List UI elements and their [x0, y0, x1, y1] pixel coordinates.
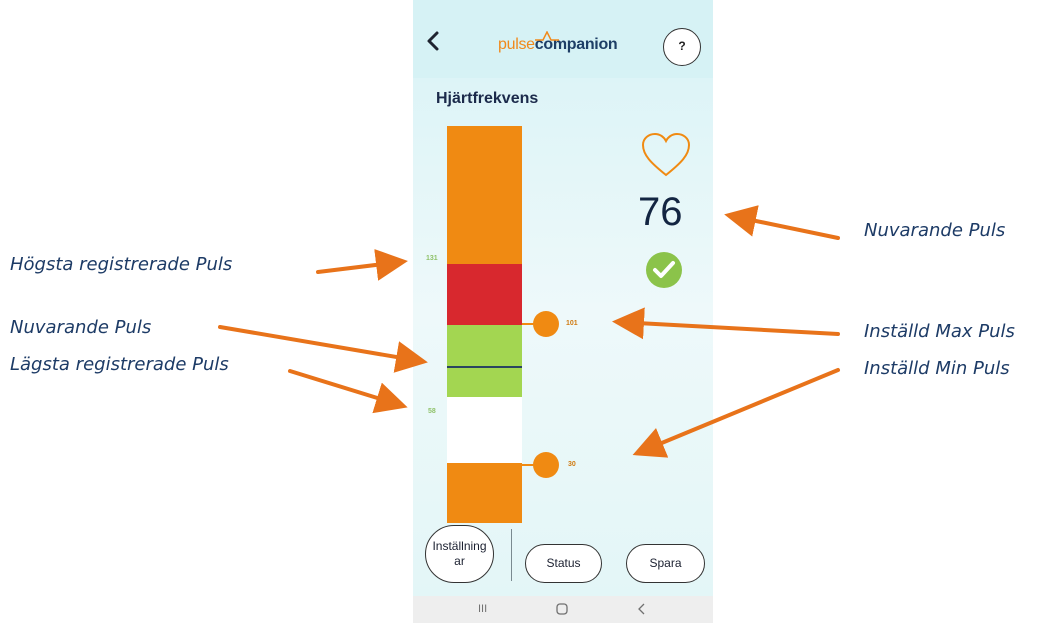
arrow-recorded-low [288, 369, 408, 414]
arrow-current-right [724, 205, 840, 240]
arrow-current-left [218, 325, 428, 373]
arrow-recorded-high [316, 249, 408, 281]
arrow-set-max [612, 307, 840, 340]
annotation-recorded-low: Lägsta registrerade Puls [10, 354, 229, 375]
arrow-set-min [632, 368, 840, 458]
annotation-arrows [218, 205, 840, 458]
annotation-set-min: Inställd Min Puls [864, 358, 1010, 379]
annotation-set-max: Inställd Max Puls [864, 321, 1015, 342]
annotation-current-right: Nuvarande Puls [864, 220, 1006, 241]
annotation-recorded-high: Högsta registrerade Puls [10, 254, 233, 275]
annotation-current-left: Nuvarande Puls [10, 317, 152, 338]
